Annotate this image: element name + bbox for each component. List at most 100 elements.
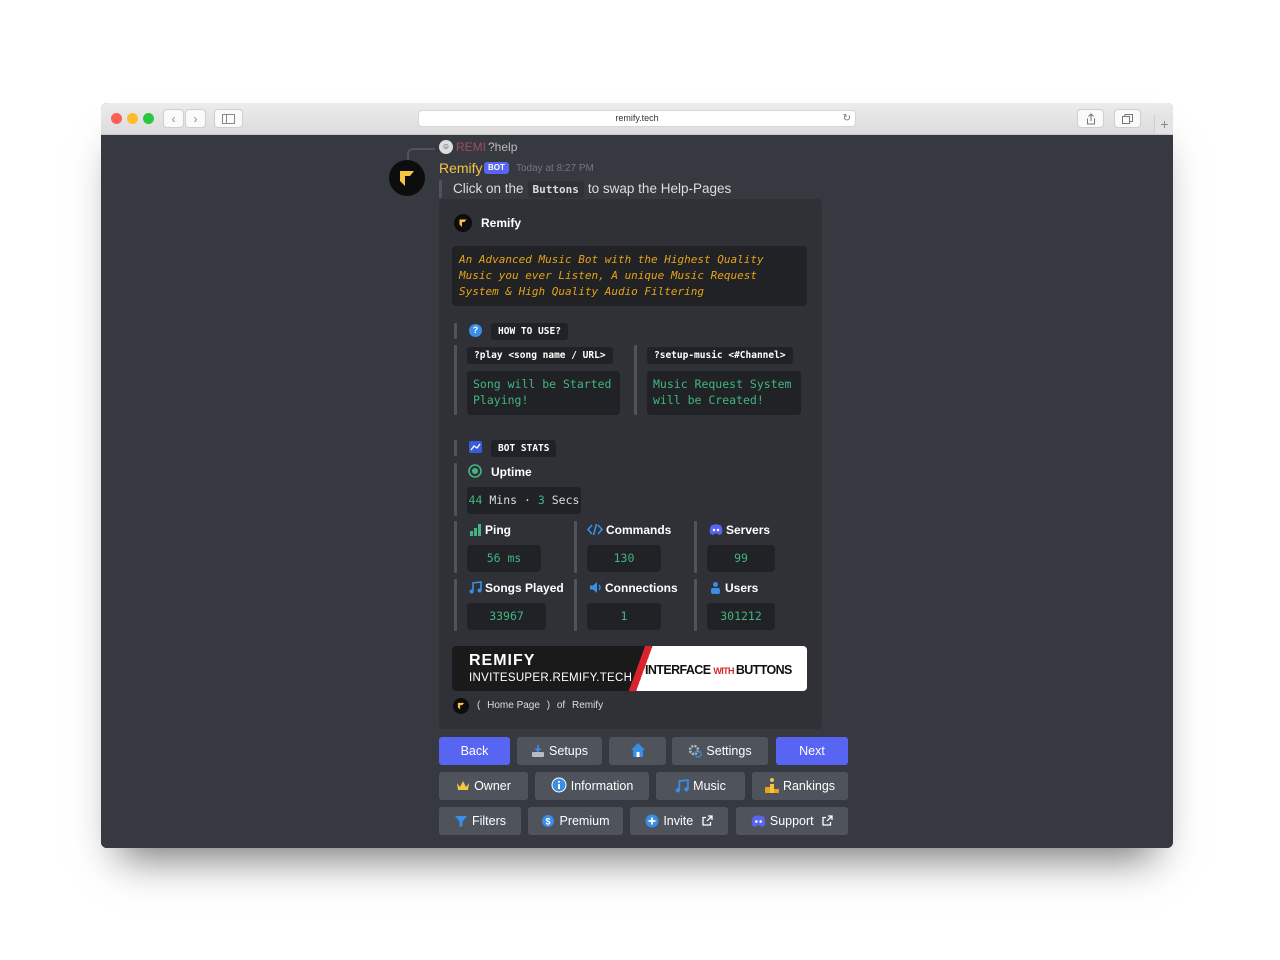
uptime-mins-unit: Mins — [489, 493, 518, 507]
bot-tag: BOT — [484, 162, 509, 174]
external-link-icon — [822, 815, 833, 826]
footer-bot: Remify — [571, 700, 604, 711]
field-divider — [574, 579, 577, 631]
reply-command[interactable]: ?help — [488, 140, 517, 154]
address-bar[interactable]: remify.tech ↻ — [418, 110, 856, 127]
field-divider — [454, 521, 457, 573]
banner-subtitle: INVITESUPER.REMIFY.TECH — [469, 672, 633, 684]
remify-logo-icon — [459, 219, 467, 227]
servers-label-text: Servers — [726, 523, 771, 537]
home-button[interactable] — [609, 737, 666, 765]
embed-author-icon — [454, 214, 472, 232]
new-tab-button[interactable]: + — [1154, 115, 1173, 134]
support-button[interactable]: Support — [736, 807, 848, 835]
users-value: 301212 — [707, 603, 775, 630]
field-divider — [454, 579, 457, 631]
uptime-secs-unit: Secs — [551, 493, 580, 507]
tabs-icon — [1122, 114, 1133, 124]
footer-open-paren: ( — [477, 700, 481, 711]
forward-nav-button[interactable]: › — [185, 109, 206, 128]
ping-label: Ping — [469, 523, 511, 537]
footer-close-paren: ) — [546, 700, 551, 711]
footer-icon — [453, 698, 469, 714]
settings-button-label: Settings — [706, 744, 752, 758]
field-divider — [454, 323, 457, 339]
setups-button[interactable]: Setups — [517, 737, 602, 765]
songs-played-label: Songs Played — [469, 581, 564, 595]
reply-username[interactable]: REMI — [456, 140, 486, 154]
embed-author-name: Remify — [481, 216, 522, 230]
settings-button[interactable]: Settings — [672, 737, 768, 765]
embed-banner-image[interactable]: REMIFY INVITESUPER.REMIFY.TECH INTERFACE… — [452, 646, 807, 691]
tabs-overview-button[interactable] — [1114, 109, 1141, 128]
question-icon: ? — [469, 324, 482, 337]
connections-value: 1 — [587, 603, 661, 630]
back-button[interactable]: Back — [439, 737, 510, 765]
field-divider — [454, 440, 457, 456]
premium-button-label: Premium — [559, 814, 610, 828]
sidebar-icon — [222, 114, 235, 124]
commands-value: 130 — [587, 545, 661, 572]
share-icon — [1086, 113, 1095, 125]
signal-bars-icon — [470, 524, 481, 536]
url-text: remify.tech — [615, 113, 659, 123]
information-button[interactable]: Information — [535, 772, 649, 800]
premium-icon: $ — [542, 815, 555, 827]
invite-button[interactable]: Invite — [630, 807, 728, 835]
play-command-result: Song will be Started Playing! — [467, 371, 620, 415]
banner-tagline-a: INTERFACE — [645, 663, 714, 677]
footer-page: Home Page — [487, 700, 540, 711]
filters-button[interactable]: Filters — [439, 807, 521, 835]
commands-label: Commands — [587, 523, 671, 537]
support-button-label: Support — [769, 814, 814, 828]
podium-icon — [764, 778, 779, 793]
owner-button[interactable]: Owner — [439, 772, 528, 800]
music-button-label: Music — [693, 779, 726, 793]
gear-icon — [689, 744, 703, 758]
minimize-window-dot[interactable] — [127, 113, 138, 124]
maximize-window-dot[interactable] — [143, 113, 154, 124]
external-link-icon — [702, 815, 713, 826]
setup-music-result: Music Request System will be Created! — [647, 371, 801, 415]
users-icon — [711, 582, 720, 594]
field-divider — [454, 463, 457, 516]
message-content: Click on the Buttons to swap the Help-Page… — [439, 180, 731, 198]
bot-avatar[interactable] — [389, 160, 425, 196]
message-inline-code: Buttons — [527, 181, 584, 198]
next-button[interactable]: Next — [776, 737, 848, 765]
message-author[interactable]: Remify — [439, 160, 483, 176]
back-nav-button[interactable]: ‹ — [163, 109, 184, 128]
music-note-icon — [675, 779, 689, 793]
uptime-label: Uptime — [491, 465, 532, 479]
setup-tray-icon — [532, 745, 545, 757]
commands-label-text: Commands — [606, 523, 672, 537]
premium-button[interactable]: $ Premium — [528, 807, 623, 835]
owner-button-label: Owner — [474, 779, 511, 793]
field-divider — [574, 521, 577, 573]
share-button[interactable] — [1077, 109, 1104, 128]
users-label-text: Users — [725, 581, 759, 595]
banner-title: REMIFY — [469, 652, 536, 669]
info-icon — [551, 777, 567, 793]
setups-button-label: Setups — [549, 744, 588, 758]
reload-icon[interactable]: ↻ — [843, 111, 851, 126]
music-button[interactable]: Music — [656, 772, 745, 800]
bot-stats-title: BOT STATS — [491, 440, 557, 457]
sidebar-toggle-button[interactable] — [214, 109, 243, 128]
home-icon — [630, 743, 645, 757]
field-divider — [454, 345, 457, 415]
banner-tagline-b: WITH — [713, 666, 736, 676]
uptime-separator: · — [523, 493, 531, 507]
help-embed: Remify An Advanced Music Bot with the Hi… — [439, 199, 822, 729]
footer-of: of — [556, 700, 566, 711]
field-divider — [694, 521, 697, 573]
message-text-after: to swap the Help-Pages — [587, 181, 732, 196]
uptime-mins: 44 — [468, 493, 483, 507]
discord-channel: ☺ REMI ?help Remify BOT Today at 8:27 PM… — [101, 135, 1173, 848]
close-window-dot[interactable] — [111, 113, 122, 124]
rankings-button[interactable]: Rankings — [752, 772, 848, 800]
uptime-value: 44 Mins · 3 Secs — [467, 487, 581, 514]
browser-window: ‹ › remify.tech ↻ + ☺ REMI ?help Remify … — [101, 103, 1173, 848]
reply-avatar[interactable]: ☺ — [439, 140, 453, 154]
ping-label-text: Ping — [485, 523, 511, 537]
